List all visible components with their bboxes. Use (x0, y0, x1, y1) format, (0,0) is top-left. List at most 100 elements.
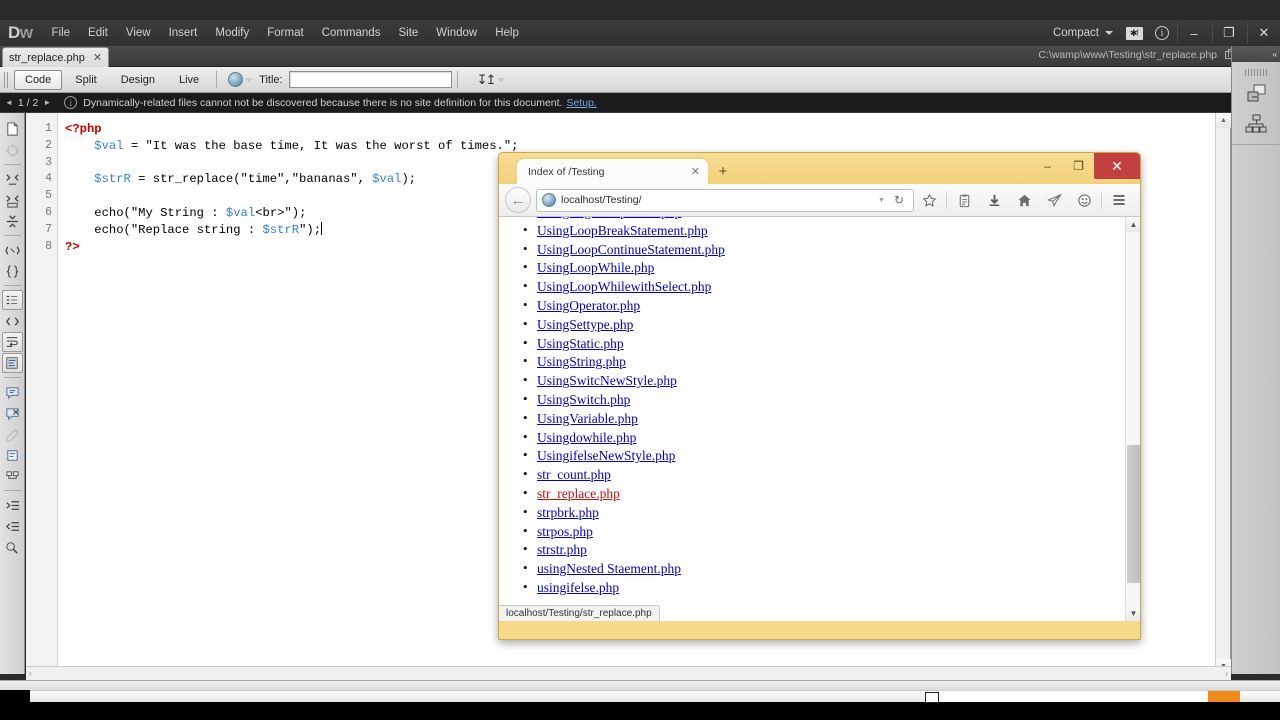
file-link[interactable]: UsingSwitch.php (537, 392, 630, 407)
collapse-full-tag-icon[interactable] (2, 169, 23, 189)
dock-grip-icon[interactable] (1245, 69, 1267, 76)
file-link[interactable]: strpos.php (537, 524, 593, 539)
prev-page-icon[interactable]: ◄ (0, 98, 18, 107)
close-icon[interactable]: ✕ (93, 51, 102, 64)
list-item[interactable]: UsingSettype.php (507, 315, 1125, 335)
list-item[interactable]: Usingdowhile.php (507, 428, 1125, 448)
remove-comment-icon[interactable] (2, 403, 23, 423)
menu-item-help[interactable]: Help (486, 24, 528, 42)
file-link[interactable]: UsingStatic.php (537, 336, 624, 351)
browser-tab-index-of-testing[interactable]: Index of /Testing ✕ (517, 159, 708, 184)
document-title-input[interactable] (288, 71, 452, 88)
scroll-up-icon[interactable]: ▲ (1126, 217, 1140, 232)
move-or-convert-css-icon[interactable] (2, 466, 23, 486)
list-item[interactable]: UsingOperator.php (507, 296, 1125, 316)
live-view-globe-icon[interactable] (228, 72, 244, 87)
view-button-split[interactable]: Split (64, 70, 107, 90)
apply-comment-icon[interactable] (2, 382, 23, 402)
outdent-code-icon[interactable] (2, 516, 23, 536)
menu-item-edit[interactable]: Edit (79, 24, 117, 42)
taskbar-app-icon[interactable] (925, 692, 939, 703)
menu-item-modify[interactable]: Modify (206, 24, 258, 42)
scroll-right-icon[interactable]: › (1225, 669, 1228, 678)
file-link[interactable]: UsingSettype.php (537, 317, 633, 332)
files-panel-icon[interactable] (1243, 112, 1269, 138)
file-link[interactable]: UsingLoopWhile.php (537, 260, 654, 275)
close-button[interactable]: ✕ (1247, 22, 1280, 44)
list-item[interactable]: UsingLoopBreakStatement.php (507, 221, 1125, 241)
restore-button[interactable]: ❐ (1212, 22, 1245, 44)
scrollbar-thumb[interactable] (1127, 445, 1140, 583)
list-item[interactable]: strstr.php (507, 540, 1125, 560)
chevron-down-icon[interactable] (245, 77, 254, 82)
hamburger-menu-icon[interactable] (1104, 187, 1134, 213)
file-link[interactable]: UsingSwitcNewStyle.php (537, 373, 677, 388)
next-page-icon[interactable]: ► (38, 98, 56, 107)
dock-header[interactable]: « (1232, 46, 1280, 62)
list-item[interactable]: UsingString.php (507, 352, 1125, 372)
list-item[interactable]: UsingStatic.php (507, 334, 1125, 354)
downloads-icon[interactable] (979, 187, 1009, 213)
list-item[interactable]: UsingVariable.php (507, 409, 1125, 429)
menu-item-format[interactable]: Format (258, 24, 312, 42)
chevron-down-icon[interactable]: ▼ (878, 197, 885, 204)
file-link[interactable]: strstr.php (537, 542, 587, 557)
indent-code-icon[interactable] (2, 495, 23, 515)
insert-panel-icon[interactable] (1243, 81, 1269, 107)
back-arrow-icon[interactable]: ← (505, 187, 531, 213)
bookmark-star-icon[interactable] (914, 187, 944, 213)
reload-icon[interactable]: ↻ (890, 193, 908, 207)
format-source-code-icon[interactable] (2, 537, 23, 557)
firefox-browser-window[interactable]: Index of /Testing ✕ + – ❐ ✕ ← localhost/… (498, 152, 1141, 640)
extension-manager-button[interactable]: ✱! (1121, 23, 1147, 43)
browser-restore-button[interactable]: ❐ (1063, 153, 1094, 179)
browser-content-area[interactable]: UsingLogicalOperator.php UsingLoopBreakSt… (499, 217, 1140, 621)
code-horizontal-scrollbar[interactable]: ‹ › (26, 666, 1231, 680)
send-tab-icon[interactable] (1039, 187, 1069, 213)
file-link[interactable]: str_count.php (537, 467, 611, 482)
file-link[interactable]: usingNested Staement.php (537, 561, 681, 576)
list-item[interactable]: str_count.php (507, 465, 1125, 485)
reading-list-icon[interactable] (949, 187, 979, 213)
url-bar[interactable]: localhost/Testing/ ▼ ↻ (536, 188, 914, 212)
file-link[interactable]: UsingOperator.php (537, 298, 640, 313)
feedback-smiley-icon[interactable] (1069, 187, 1099, 213)
scroll-left-icon[interactable]: ‹ (29, 669, 32, 678)
list-item[interactable]: UsingSwitcNewStyle.php (507, 371, 1125, 391)
menu-item-window[interactable]: Window (427, 24, 486, 42)
recent-snippets-icon[interactable] (2, 445, 23, 465)
file-link[interactable]: Usingdowhile.php (537, 430, 636, 445)
file-link[interactable]: UsingLoopContinueStatement.php (537, 242, 725, 257)
help-button[interactable]: i (1149, 23, 1175, 43)
list-item[interactable]: strpos.php (507, 522, 1125, 542)
list-item[interactable]: strpbrk.php (507, 503, 1125, 523)
menu-item-site[interactable]: Site (389, 24, 427, 42)
minimize-button[interactable]: – (1177, 22, 1210, 44)
collapse-dock-icon[interactable]: « (1273, 50, 1277, 59)
setup-link[interactable]: Setup. (566, 97, 596, 109)
file-management-icon[interactable]: ↧↥ (477, 72, 497, 88)
file-link[interactable]: UsingifelseNewStyle.php (537, 448, 675, 463)
close-icon[interactable]: ✕ (691, 165, 700, 178)
select-parent-tag-icon[interactable] (2, 240, 23, 260)
chevron-down-icon[interactable] (497, 77, 506, 82)
view-button-code[interactable]: Code (14, 69, 63, 90)
collapse-selection-icon[interactable] (2, 190, 23, 210)
line-numbers-icon[interactable] (1, 290, 23, 310)
syntax-coloring-icon[interactable] (1, 353, 23, 373)
browser-close-button[interactable]: ✕ (1094, 153, 1140, 179)
home-icon[interactable] (1009, 187, 1039, 213)
new-tab-button[interactable]: + (708, 159, 738, 184)
file-link[interactable]: strpbrk.php (537, 505, 599, 520)
file-link[interactable]: str_replace.php (537, 486, 620, 501)
code-vertical-scrollbar[interactable]: ▲ ▼ (1215, 113, 1231, 674)
view-button-design[interactable]: Design (110, 70, 166, 90)
list-item[interactable]: UsingLoopWhile.php (507, 258, 1125, 278)
toolbar-grip-icon[interactable] (4, 71, 9, 88)
word-wrap-icon[interactable] (1, 332, 23, 352)
list-item[interactable]: str_replace.php (507, 484, 1125, 504)
scroll-down-icon[interactable]: ▼ (1126, 606, 1140, 621)
file-link[interactable]: UsingLogicalOperator.php (537, 217, 681, 219)
list-item[interactable]: usingifelse.php (507, 578, 1125, 598)
scroll-up-icon[interactable]: ▲ (1216, 113, 1231, 128)
